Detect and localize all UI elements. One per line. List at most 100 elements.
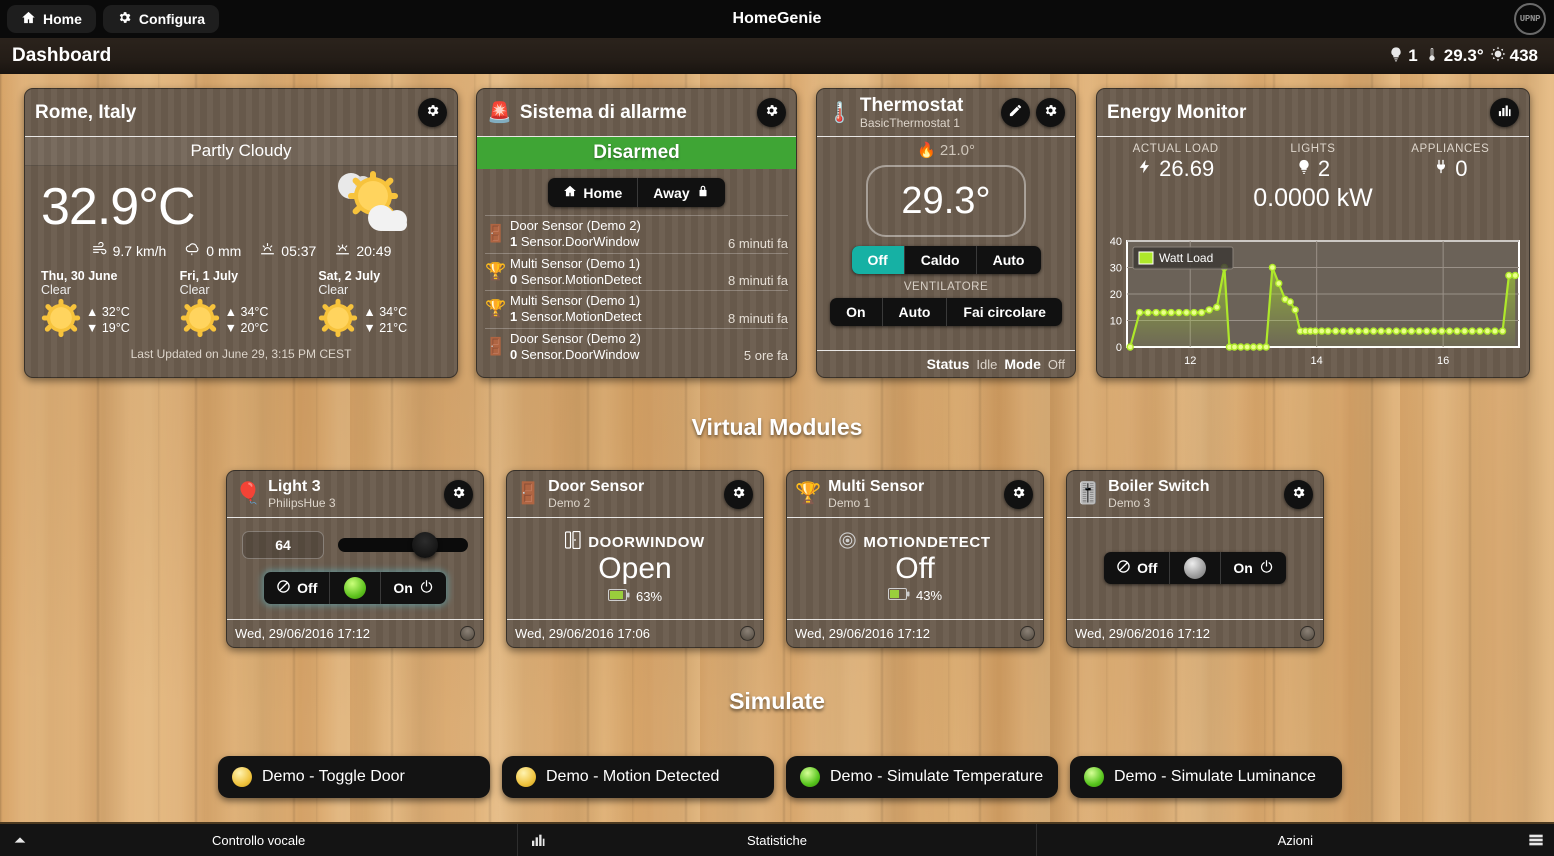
alarm-event-list: 🚪 Door Sensor (Demo 2) 1 Sensor.DoorWind… bbox=[477, 215, 796, 365]
module-settings-button[interactable] bbox=[1284, 480, 1313, 509]
module-status-dot[interactable] bbox=[740, 626, 755, 641]
simulate-button-label: Demo - Simulate Temperature bbox=[830, 768, 1044, 785]
dashboard-root: Home Configura HomeGenie UPNP Dashboard … bbox=[0, 0, 1554, 856]
thermostat-settings-button[interactable] bbox=[1036, 98, 1065, 127]
status-led bbox=[800, 767, 820, 787]
module-status-dot[interactable] bbox=[1020, 626, 1035, 641]
module-status-dot[interactable] bbox=[1300, 626, 1315, 641]
thermostat-mode-off[interactable]: Off bbox=[851, 246, 905, 274]
alarm-event-row[interactable]: 🚪 Door Sensor (Demo 2) 0 Sensor.DoorWind… bbox=[485, 327, 788, 366]
alarm-home-button[interactable]: Home bbox=[548, 178, 639, 207]
footer-statistics[interactable]: Statistiche bbox=[518, 824, 1037, 856]
weather-sunrise-value: 05:37 bbox=[281, 243, 317, 259]
home-icon bbox=[21, 10, 36, 28]
module-subtitle: PhilipsHue 3 bbox=[268, 495, 336, 510]
status-led bbox=[516, 767, 536, 787]
door-icon: 🚪 bbox=[485, 224, 507, 244]
boiler-power-group: Off On bbox=[1104, 551, 1286, 584]
energy-header: Energy Monitor bbox=[1097, 89, 1529, 137]
alarm-home-label: Home bbox=[583, 184, 623, 201]
svg-text:10: 10 bbox=[1110, 316, 1122, 328]
module-body: 64 Off On bbox=[227, 518, 483, 617]
weather-wind: 9.7 km/h bbox=[91, 241, 166, 261]
door-icon: 🚪 bbox=[515, 482, 542, 505]
alarm-away-label: Away bbox=[653, 184, 690, 201]
dimmer-level-value[interactable]: 64 bbox=[242, 531, 324, 559]
light-off-button[interactable]: Off bbox=[264, 572, 331, 604]
fan-mode-circulate[interactable]: Fai circolare bbox=[947, 298, 1062, 326]
alarm-event-row[interactable]: 🚪 Door Sensor (Demo 2) 1 Sensor.DoorWind… bbox=[485, 215, 788, 253]
nav-home-button[interactable]: Home bbox=[7, 5, 96, 33]
upnp-logo-icon[interactable]: UPNP bbox=[1514, 3, 1546, 35]
simulate-button-simulate-luminance[interactable]: Demo - Simulate Luminance bbox=[1070, 756, 1342, 798]
weather-updated: Last Updated on June 29, 3:15 PM CEST bbox=[130, 347, 352, 361]
thermostat-mode-heat[interactable]: Caldo bbox=[905, 246, 977, 274]
thermostat-mode-auto[interactable]: Auto bbox=[977, 246, 1041, 274]
light-on-button[interactable]: On bbox=[381, 572, 445, 604]
thermostat-mode-label: Mode bbox=[1004, 356, 1041, 372]
status-cluster: 1 29.3° 438 bbox=[1388, 45, 1538, 68]
partly-cloudy-icon bbox=[327, 168, 413, 245]
alarm-event-row[interactable]: 🏆 Multi Sensor (Demo 1) 0 Sensor.MotionD… bbox=[485, 252, 788, 291]
weather-rain-value: 0 mm bbox=[206, 243, 242, 259]
module-header: 🏆 Multi Sensor Demo 1 bbox=[787, 471, 1043, 518]
footer-bar: Controllo vocale Statistiche Azioni bbox=[0, 822, 1554, 856]
thermostat-mode-value: Off bbox=[1047, 356, 1065, 372]
footer-actions[interactable]: Azioni bbox=[1037, 824, 1554, 856]
weather-sunrise: 05:37 bbox=[259, 241, 316, 261]
sensor-label: MOTIONDETECT bbox=[863, 533, 991, 551]
module-settings-button[interactable] bbox=[724, 480, 753, 509]
forecast-date: Sat, 2 July bbox=[318, 269, 381, 283]
module-status-dot[interactable] bbox=[460, 626, 475, 641]
forecast-day: Fri, 1 July Clear ▲ 34°C ▼ 20°C bbox=[172, 269, 311, 343]
module-footer: Wed, 29/06/2016 17:12 bbox=[787, 619, 1043, 647]
energy-actual-load: ACTUAL LOAD 26.69 bbox=[1107, 143, 1244, 182]
status-luminance: 438 bbox=[1490, 45, 1538, 68]
footer-voice-control[interactable]: Controllo vocale bbox=[0, 824, 519, 856]
alarm-event-name: Multi Sensor (Demo 1) bbox=[510, 293, 641, 308]
forecast-date: Fri, 1 July bbox=[179, 269, 239, 283]
nav-configure-button[interactable]: Configura bbox=[102, 5, 220, 33]
fan-mode-on[interactable]: On bbox=[830, 298, 883, 326]
gear-icon bbox=[1291, 485, 1306, 505]
bulbs-icon: 🎈 bbox=[235, 482, 262, 505]
weather-rain: 0 mm bbox=[184, 241, 241, 261]
simulate-button-motion-detected[interactable]: Demo - Motion Detected bbox=[502, 756, 774, 798]
plug-icon bbox=[1433, 156, 1449, 182]
dimmer-slider[interactable] bbox=[338, 532, 468, 558]
status-led bbox=[344, 577, 367, 599]
module-timestamp: Wed, 29/06/2016 17:12 bbox=[795, 626, 930, 641]
light-power-group: Off On bbox=[264, 572, 446, 604]
weather-settings-button[interactable] bbox=[418, 98, 447, 127]
alarm-event-row[interactable]: 🏆 Multi Sensor (Demo 1) 1 Sensor.MotionD… bbox=[485, 290, 788, 328]
dimmer-slider-knob[interactable] bbox=[412, 532, 438, 558]
alarm-away-button[interactable]: Away bbox=[638, 178, 724, 207]
sensor-label-row: MOTIONDETECT bbox=[839, 532, 990, 553]
energy-lights-label: LIGHTS bbox=[1290, 143, 1336, 155]
battery-row: 43% bbox=[887, 588, 942, 603]
fan-mode-auto[interactable]: Auto bbox=[883, 298, 948, 326]
boiler-off-button[interactable]: Off bbox=[1104, 551, 1171, 584]
page-titlebar: Dashboard 1 29.3° 438 bbox=[0, 38, 1554, 74]
energy-chart[interactable]: 0 10 20 30 40 12 14 16 Watt Load bbox=[1097, 233, 1529, 373]
simulate-button-simulate-temperature[interactable]: Demo - Simulate Temperature bbox=[786, 756, 1058, 798]
module-settings-button[interactable] bbox=[1004, 480, 1033, 509]
alarm-event-param: Sensor.MotionDetect bbox=[520, 309, 642, 325]
module-body: Off On bbox=[1067, 518, 1323, 617]
gear-icon bbox=[451, 485, 466, 505]
chevron-up-icon[interactable] bbox=[12, 832, 28, 848]
thermostat-edit-button[interactable] bbox=[1001, 98, 1030, 127]
alarm-event-param: Sensor.DoorWindow bbox=[520, 234, 640, 250]
forecast-date: Thu, 30 June bbox=[41, 269, 118, 283]
boiler-on-button[interactable]: On bbox=[1221, 552, 1285, 584]
simulate-button-label: Demo - Simulate Luminance bbox=[1114, 768, 1316, 785]
alarm-settings-button[interactable] bbox=[757, 98, 786, 127]
sensor-value: Off bbox=[895, 551, 935, 585]
gear-icon bbox=[1043, 103, 1058, 123]
list-menu-icon[interactable] bbox=[1528, 832, 1544, 848]
module-card-multi-sensor: 🏆 Multi Sensor Demo 1 MOTIONDETECT Off 4… bbox=[786, 470, 1044, 648]
simulate-button-toggle-door[interactable]: Demo - Toggle Door bbox=[218, 756, 490, 798]
energy-chart-button[interactable] bbox=[1490, 98, 1519, 127]
module-settings-button[interactable] bbox=[444, 480, 473, 509]
light-off-label: Off bbox=[297, 580, 318, 596]
